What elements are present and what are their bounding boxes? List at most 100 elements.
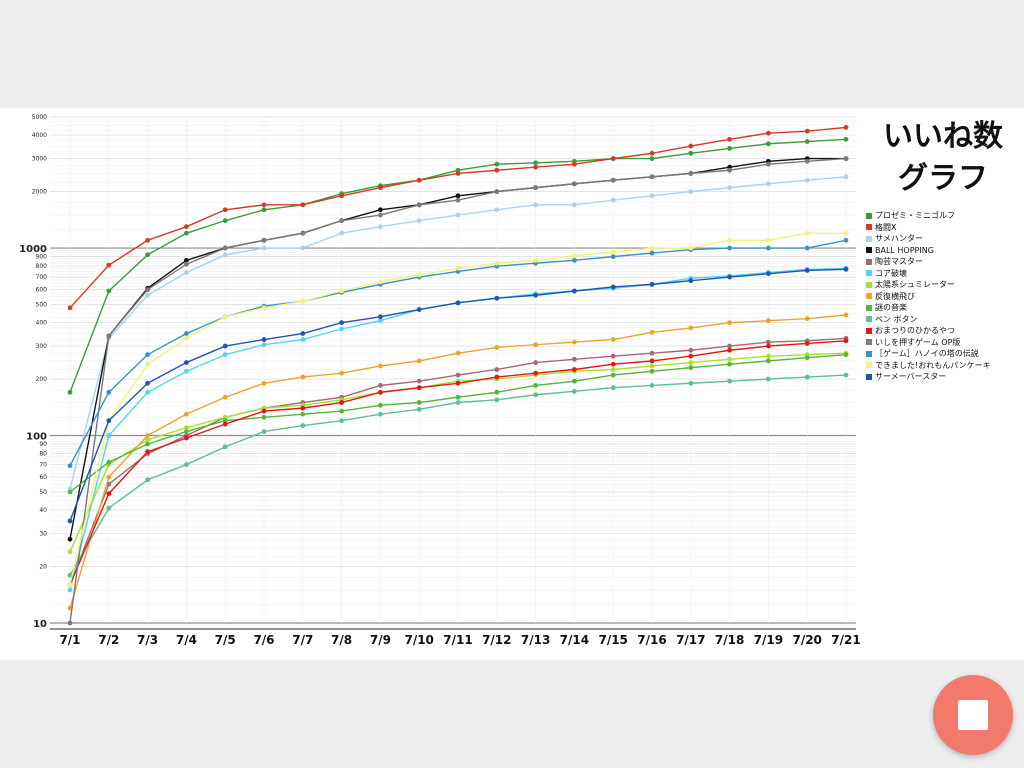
data-point (766, 353, 771, 359)
data-point (106, 418, 112, 424)
legend-label: 陶芸マスター (875, 257, 923, 267)
data-point (339, 218, 344, 224)
data-point (766, 271, 771, 277)
data-point (688, 325, 694, 331)
data-point (455, 350, 461, 356)
data-point (649, 329, 655, 335)
data-point (184, 462, 189, 467)
data-point (378, 402, 383, 408)
data-point (610, 197, 616, 203)
data-point (688, 143, 694, 149)
data-point (339, 320, 344, 326)
data-point (804, 230, 810, 236)
legend-label: コア破壊 (875, 268, 907, 278)
legend-item: BALL HOPPING (866, 245, 1016, 257)
data-point (67, 305, 73, 311)
x-tick-label: 7/13 (521, 633, 550, 647)
data-point (804, 158, 810, 164)
y-tick-label: 500 (36, 301, 48, 308)
data-point (455, 400, 461, 405)
data-point (804, 355, 810, 361)
data-point (300, 202, 306, 208)
x-tick-label: 7/12 (482, 633, 511, 647)
data-point (261, 237, 267, 243)
data-point (843, 312, 849, 318)
data-point (416, 218, 422, 224)
data-point (184, 224, 189, 230)
data-point (300, 411, 306, 417)
data-point (339, 288, 344, 294)
data-point (261, 429, 267, 434)
legend-swatch (866, 247, 872, 254)
data-point (727, 274, 732, 280)
legend-swatch (866, 258, 872, 265)
data-point (261, 337, 267, 342)
legend-item: 陶芸マスター (866, 256, 1016, 268)
legend-swatch (866, 270, 872, 277)
chart-title-line2: グラフ (898, 161, 988, 196)
data-point (261, 202, 267, 208)
stop-button[interactable] (933, 675, 1013, 755)
data-point (804, 139, 810, 144)
data-point (727, 320, 732, 326)
data-point (145, 389, 151, 395)
data-point (455, 193, 461, 199)
y-tick-label: 10 (33, 619, 47, 630)
data-point (378, 314, 383, 320)
x-tick-label: 7/18 (715, 633, 744, 647)
data-point (494, 374, 500, 380)
data-point (145, 292, 151, 298)
data-point (610, 372, 616, 378)
data-point (67, 536, 73, 542)
data-point (766, 358, 771, 364)
data-point (804, 374, 810, 380)
data-point (649, 383, 655, 388)
data-point (222, 343, 228, 349)
data-point (727, 245, 732, 251)
data-point (766, 343, 771, 349)
data-point (184, 429, 189, 434)
data-point (106, 333, 112, 339)
data-point (261, 342, 267, 348)
data-point (378, 411, 383, 417)
data-point (378, 383, 383, 388)
data-point (804, 245, 810, 251)
data-point (222, 314, 228, 320)
legend-label: ［ゲーム］ハノイの塔の伝説 (875, 349, 979, 359)
data-point (416, 307, 422, 312)
data-point (416, 406, 422, 412)
x-tick-label: 7/15 (598, 633, 627, 647)
data-point (339, 408, 344, 414)
x-tick-label: 7/14 (560, 633, 589, 647)
data-point (649, 250, 655, 256)
data-point (533, 342, 538, 348)
data-point (572, 339, 577, 345)
y-tick-label: 60 (39, 474, 47, 481)
legend-swatch (866, 281, 872, 288)
data-point (804, 177, 810, 183)
data-point (455, 171, 461, 176)
data-point (533, 360, 538, 365)
data-point (533, 370, 538, 376)
data-point (533, 202, 538, 208)
y-tick-label: 80 (39, 451, 47, 458)
data-point (261, 408, 267, 414)
data-point (533, 292, 538, 298)
data-point (378, 207, 383, 213)
data-point (416, 358, 422, 364)
data-point (804, 316, 810, 322)
y-tick-label: 70 (39, 462, 47, 469)
data-point (222, 245, 228, 251)
chart-panel: 10 20 30 40 50 60 70 80 90 100 200 300 400 500 600 700 8… (0, 108, 1024, 660)
data-point (184, 335, 189, 341)
y-tick-label: 800 (36, 263, 48, 270)
data-point (727, 185, 732, 191)
data-point (843, 266, 849, 272)
data-point (649, 174, 655, 180)
data-point (300, 331, 306, 336)
data-point (145, 477, 151, 483)
data-point (804, 128, 810, 134)
data-point (222, 218, 228, 224)
y-tick-label: 700 (36, 274, 48, 281)
data-point (843, 136, 849, 142)
